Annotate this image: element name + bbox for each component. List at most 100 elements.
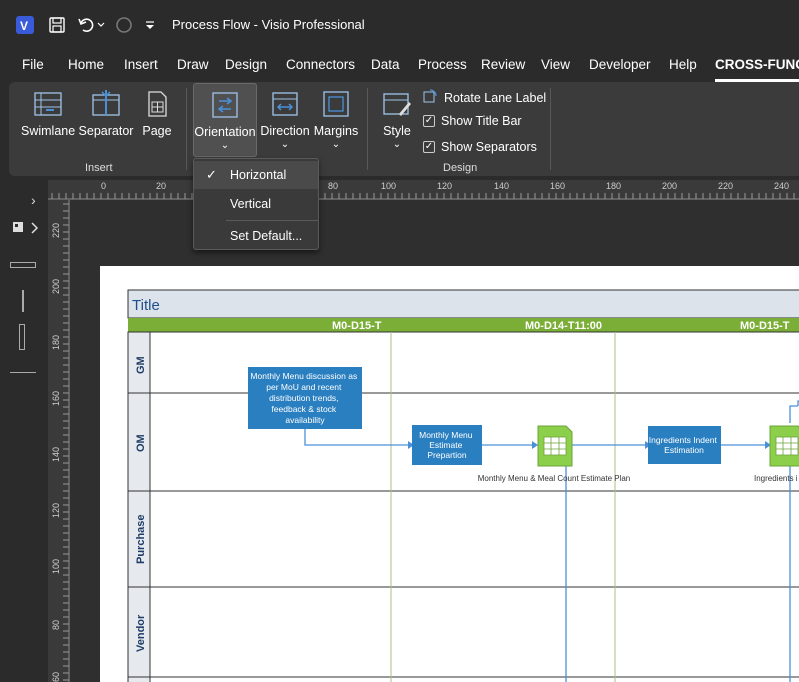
ribbon-separator xyxy=(186,88,187,170)
panel-handle[interactable] xyxy=(10,372,36,373)
ruler-label: 60 xyxy=(51,671,61,682)
swimlane-icon xyxy=(32,88,64,120)
style-icon xyxy=(381,88,413,120)
margins-icon xyxy=(320,88,352,120)
separator-button[interactable]: Separator xyxy=(77,88,135,138)
tab-insert[interactable]: Insert xyxy=(124,57,158,72)
tab-help[interactable]: Help xyxy=(669,57,697,72)
tab-review[interactable]: Review xyxy=(481,57,525,72)
diagram-title: Title xyxy=(132,297,160,314)
tab-cross-functional[interactable]: CROSS-FUNCT xyxy=(715,57,799,82)
panel-handle[interactable] xyxy=(19,324,25,350)
shapes-panel-icon[interactable] xyxy=(12,220,40,241)
rotate-lane-label-button[interactable]: Rotate Lane Label xyxy=(422,88,546,107)
ruler-label: 20 xyxy=(156,181,167,191)
tab-data[interactable]: Data xyxy=(371,57,400,72)
panel-handle[interactable] xyxy=(22,290,24,312)
orientation-icon xyxy=(209,89,241,121)
chevron-down-icon: ⌄ xyxy=(280,139,290,150)
lane-label-om[interactable]: OM xyxy=(135,434,147,452)
redo-icon[interactable] xyxy=(113,14,135,36)
ruler-label: 160 xyxy=(51,390,61,406)
ruler-vertical: 220 200 180 160 140 120 100 80 60 xyxy=(48,200,70,682)
ribbon-separator xyxy=(550,88,551,170)
phase-label[interactable]: M0-D15-T xyxy=(740,320,790,332)
design-group-label: Design xyxy=(443,162,478,174)
ribbon-separator xyxy=(367,88,368,170)
orientation-horizontal-item[interactable]: ✓ Horizontal xyxy=(194,161,318,189)
checkbox-checked-icon: ✓ xyxy=(423,115,435,127)
ruler-label: 180 xyxy=(606,181,622,191)
set-default-item[interactable]: Set Default... xyxy=(194,222,318,250)
tab-developer[interactable]: Developer xyxy=(589,57,651,72)
tab-design[interactable]: Design xyxy=(225,57,267,72)
document-shape[interactable] xyxy=(769,425,799,467)
page-label: Page xyxy=(142,124,172,138)
direction-button[interactable]: Direction ⌄ xyxy=(259,88,311,150)
menu-item-label: Set Default... xyxy=(230,229,303,243)
rotate-icon xyxy=(422,88,438,107)
insert-group-label: Insert xyxy=(85,162,113,174)
document-shape[interactable] xyxy=(537,425,573,467)
ruler-label: 100 xyxy=(381,181,397,191)
orientation-vertical-item[interactable]: Vertical xyxy=(194,190,318,218)
lane-label-vendor[interactable]: Vendor xyxy=(135,614,147,652)
ruler-label: 160 xyxy=(550,181,566,191)
document-label: Ingredients i xyxy=(754,474,798,483)
margins-button[interactable]: Margins ⌄ xyxy=(313,88,359,150)
page-button[interactable]: Page xyxy=(139,88,175,138)
show-title-bar-checkbox[interactable]: ✓ Show Title Bar xyxy=(423,114,522,128)
drawing-canvas[interactable]: Title M0-D15-T M0-D14-T11:00 M0-D15-T GM… xyxy=(70,200,799,682)
ruler-label: 240 xyxy=(774,181,790,191)
orientation-dropdown: ✓ Horizontal Vertical Set Default... xyxy=(193,158,319,250)
undo-dropdown-icon[interactable] xyxy=(95,14,107,36)
app-title: Process Flow - Visio Professional xyxy=(172,17,365,32)
tab-connectors[interactable]: Connectors xyxy=(286,57,355,72)
tab-home[interactable]: Home xyxy=(68,57,104,72)
checkbox-checked-icon: ✓ xyxy=(423,141,435,153)
tab-draw[interactable]: Draw xyxy=(177,57,209,72)
chevron-down-icon: ⌄ xyxy=(220,140,230,151)
ruler-label: 120 xyxy=(437,181,453,191)
save-icon[interactable] xyxy=(46,14,68,36)
tab-process[interactable]: Process xyxy=(418,57,467,72)
menu-bar: File Home Insert Draw Design Connectors … xyxy=(0,50,799,82)
show-separators-checkbox[interactable]: ✓ Show Separators xyxy=(423,140,537,154)
menu-divider xyxy=(226,220,318,221)
document-label: Monthly Menu & Meal Count Estimate Plan xyxy=(478,474,631,483)
style-button[interactable]: Style ⌄ xyxy=(377,88,417,150)
orientation-label: Orientation xyxy=(194,125,256,139)
ruler-horizontal: 0 20 80 100 120 140 160 180 200 220 240 xyxy=(48,180,799,200)
chevron-down-icon: ⌄ xyxy=(331,139,341,150)
drawing-page[interactable]: Title M0-D15-T M0-D14-T11:00 M0-D15-T GM… xyxy=(100,266,799,682)
checkmark-icon: ✓ xyxy=(206,167,217,182)
lane-label-gm[interactable]: GM xyxy=(135,356,147,374)
style-label: Style xyxy=(383,124,411,138)
expand-panel-icon[interactable]: › xyxy=(31,192,36,208)
svg-text:V: V xyxy=(20,19,28,33)
ribbon: Swimlane Separator Page Insert Orientati… xyxy=(9,82,799,176)
swimlane-label: Swimlane xyxy=(21,124,76,138)
phase-label[interactable]: M0-D14-T11:00 xyxy=(525,320,602,332)
ruler-label: 220 xyxy=(718,181,734,191)
ruler-label: 180 xyxy=(51,334,61,350)
phase-label[interactable]: M0-D15-T xyxy=(332,320,382,332)
diagram-title-bar[interactable] xyxy=(127,289,799,319)
chevron-down-icon: ⌄ xyxy=(392,139,402,150)
left-rail: › xyxy=(0,180,48,682)
tab-file[interactable]: File xyxy=(22,57,44,72)
customize-toolbar-icon[interactable] xyxy=(142,14,158,36)
lane-label-purchase[interactable]: Purchase xyxy=(135,514,147,564)
ruler-label: 120 xyxy=(51,502,61,518)
panel-handle[interactable] xyxy=(10,262,36,268)
separator-label: Separator xyxy=(78,124,134,138)
tab-view[interactable]: View xyxy=(541,57,570,72)
rotate-lane-label-text: Rotate Lane Label xyxy=(444,90,547,105)
margins-label: Margins xyxy=(313,124,359,138)
swimlane-button[interactable]: Swimlane xyxy=(21,88,75,138)
direction-label: Direction xyxy=(260,124,310,138)
phase-bar xyxy=(128,318,799,332)
title-bar: V Process Flow - Visio Professional xyxy=(0,0,799,50)
orientation-button[interactable]: Orientation ⌄ xyxy=(193,83,257,157)
ruler-label: 100 xyxy=(51,558,61,574)
